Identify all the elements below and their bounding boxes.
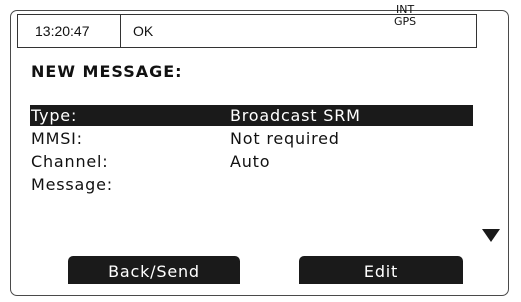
field-row-channel[interactable]: Channel: Auto [30,151,473,172]
back-send-softkey[interactable]: Back/Send [68,256,240,284]
field-value-type: Broadcast SRM [230,106,361,125]
scroll-down-arrow-icon[interactable] [482,229,500,242]
field-value-channel: Auto [230,152,271,171]
position-source-line2: GPS [394,15,417,28]
field-label-mmsi: MMSI: [31,129,83,148]
page-title: NEW MESSAGE: [31,62,183,81]
status-text: OK [133,23,154,39]
field-label-channel: Channel: [31,152,109,171]
field-label-type: Type: [31,106,78,125]
clock-time: 13:20:47 [35,23,90,39]
field-row-type[interactable]: Type: Broadcast SRM [30,105,473,126]
edit-softkey[interactable]: Edit [299,256,463,284]
field-label-message: Message: [31,175,113,194]
clock-cell: 13:20:47 [18,15,121,47]
field-value-mmsi: Not required [230,129,340,148]
position-source: INT GPS [394,4,416,28]
status-cell: OK [121,15,476,47]
field-row-message[interactable]: Message: [30,174,473,195]
field-row-mmsi[interactable]: MMSI: Not required [30,128,473,149]
